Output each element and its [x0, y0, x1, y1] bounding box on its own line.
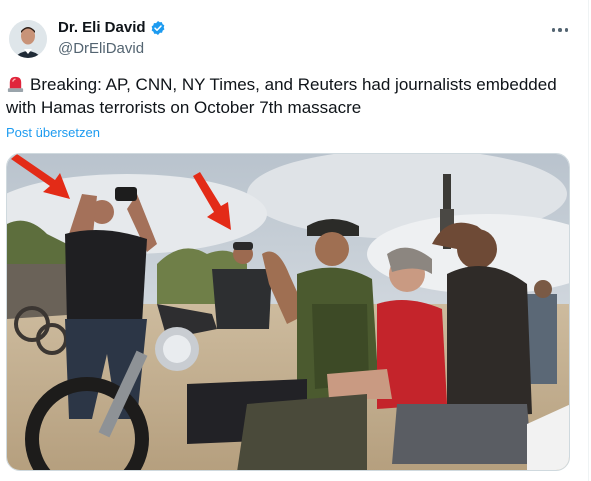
more-horizontal-icon: [551, 28, 556, 32]
translate-link[interactable]: Post übersetzen: [6, 125, 100, 140]
more-dot: [558, 28, 562, 32]
avatar[interactable]: [9, 20, 47, 58]
tweet-photo[interactable]: [6, 153, 570, 471]
more-dot: [564, 28, 569, 32]
display-name[interactable]: Dr. Eli David: [58, 19, 146, 36]
tweet-text-container: Breaking: AP, CNN, NY Times, and Reuters…: [6, 73, 576, 119]
handle[interactable]: @DrEliDavid: [58, 40, 144, 57]
siren-icon: [7, 76, 24, 93]
verified-badge-icon: [151, 20, 164, 35]
more-options-button[interactable]: [546, 20, 574, 40]
tweet-text: Breaking: AP, CNN, NY Times, and Reuters…: [6, 75, 557, 117]
column-divider: [588, 0, 589, 481]
tweet-card[interactable]: Dr. Eli David @DrEliDavid Breaking: AP, …: [0, 0, 591, 481]
